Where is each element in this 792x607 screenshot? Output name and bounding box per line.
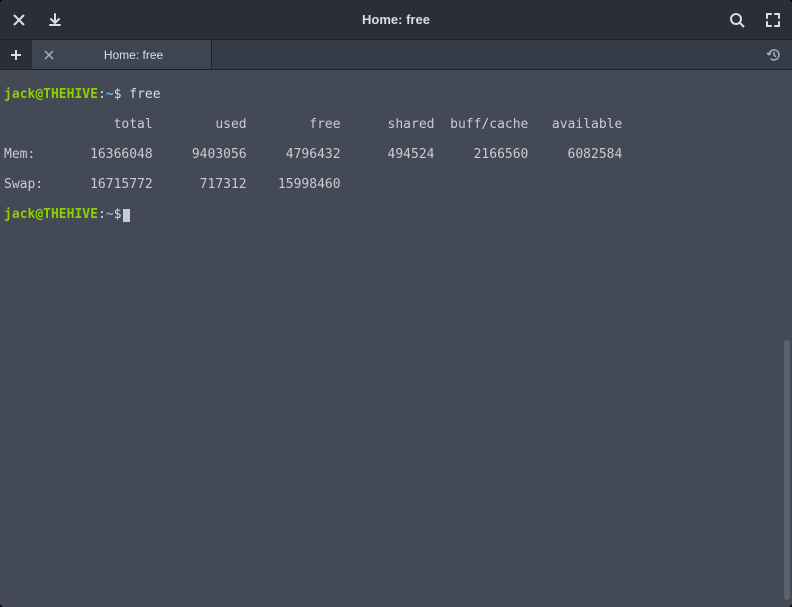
download-icon[interactable] xyxy=(46,11,64,29)
terminal-window: Home: free Home: free jack@THEHIVE:~$ fr… xyxy=(0,0,792,607)
prompt-user: jack xyxy=(4,87,35,102)
tab-home-free[interactable]: Home: free xyxy=(32,40,212,69)
prompt-line-2: jack@THEHIVE:~$ xyxy=(4,207,788,222)
search-icon[interactable] xyxy=(728,11,746,29)
prompt-line-1: jack@THEHIVE:~$ free xyxy=(4,87,788,102)
tabbar: Home: free xyxy=(0,40,792,70)
command-text: free xyxy=(129,87,160,102)
history-icon[interactable] xyxy=(756,40,792,69)
fullscreen-icon[interactable] xyxy=(764,11,782,29)
prompt-path: ~ xyxy=(106,87,114,102)
tabbar-spacer xyxy=(212,40,756,69)
prompt-host: THEHIVE xyxy=(43,87,98,102)
new-tab-button[interactable] xyxy=(0,40,32,69)
output-row-swap: Swap: 16715772 717312 15998460 xyxy=(4,177,788,192)
tab-label: Home: free xyxy=(66,48,201,62)
cursor xyxy=(123,209,130,222)
titlebar[interactable]: Home: free xyxy=(0,0,792,40)
close-icon[interactable] xyxy=(10,11,28,29)
output-header: total used free shared buff/cache availa… xyxy=(4,117,788,132)
window-title: Home: free xyxy=(0,12,792,27)
output-row-mem: Mem: 16366048 9403056 4796432 494524 216… xyxy=(4,147,788,162)
terminal-viewport[interactable]: jack@THEHIVE:~$ free total used free sha… xyxy=(0,70,792,607)
tab-close-icon[interactable] xyxy=(42,48,56,62)
scrollbar-thumb[interactable] xyxy=(784,340,790,600)
